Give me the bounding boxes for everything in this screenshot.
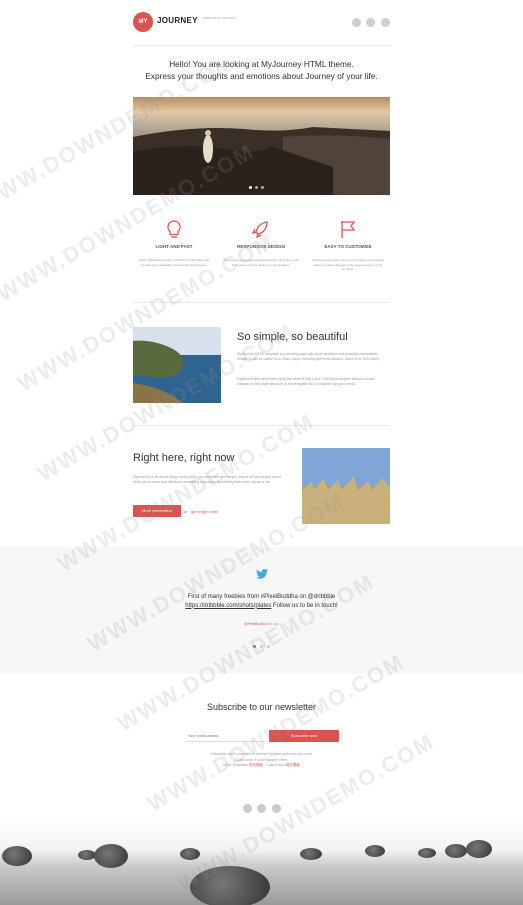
section-paragraph: MyJourney HTML template is a landing pag… <box>237 352 380 361</box>
note-line-3: More Templates 网页模板 - Collect from 网页模板 <box>133 763 390 769</box>
tweet-time: 6d ago <box>268 622 279 626</box>
slider-dot[interactable] <box>261 186 264 189</box>
bulb-icon <box>167 220 181 238</box>
coast-illustration <box>133 327 221 403</box>
hero-slider-image[interactable] <box>133 97 390 195</box>
hay-bale <box>300 848 322 860</box>
slider-dot[interactable] <box>253 645 256 648</box>
divider <box>133 425 390 426</box>
section-title: Right here, right now <box>133 452 235 464</box>
facebook-icon[interactable] <box>243 804 252 813</box>
twitter-icon[interactable] <box>257 804 266 813</box>
feature-text: Responsive designed and Retina Ready. My… <box>223 258 299 267</box>
twitter-bird-icon <box>256 569 268 579</box>
logo-circle[interactable]: MY <box>133 12 153 32</box>
note-prefix: More Templates <box>223 763 249 767</box>
hay-bale <box>190 866 270 905</box>
tweet-slider-dots[interactable] <box>253 645 270 648</box>
collect-link[interactable]: 网页模板 <box>286 763 300 767</box>
slider-dot[interactable] <box>267 645 270 648</box>
rocket-icon <box>251 221 268 239</box>
tweet-text: First of many freebies from #PixelBuddha… <box>133 593 390 610</box>
feature-light-fast: LIGHT AND FAST Clean & Beautiful Design,… <box>134 218 214 267</box>
section-paragraph: Optimised and valid code using the lates… <box>237 377 375 386</box>
tweet-line-2: https://dribbble.com/shots/plates Follow… <box>133 602 390 611</box>
divider <box>133 302 390 303</box>
twitter-section <box>0 547 523 674</box>
hay-field-photo <box>0 820 523 905</box>
feature-text: Optimised and valid code using the lates… <box>311 258 385 271</box>
hay-bale <box>180 848 200 860</box>
tweet-follow: Follow us to be in touch! <box>273 602 338 609</box>
hero-slider-dots[interactable] <box>249 186 264 189</box>
intro-line-2: Express your thoughts and emotions about… <box>145 71 378 81</box>
tweet-line-1: First of many freebies from #PixelBuddha… <box>187 594 336 600</box>
hay-bale <box>466 840 492 858</box>
tweet-link[interactable]: https://dribbble.com/shots/plates <box>185 603 271 609</box>
coast-photo <box>133 327 221 403</box>
more-information-button[interactable]: More information <box>133 505 181 517</box>
tagline: WEBSITE IN ANOTHER <box>203 16 236 20</box>
slider-dot[interactable] <box>249 186 252 189</box>
or-text: or <box>184 509 188 514</box>
feature-title: LIGHT AND FAST <box>155 244 193 249</box>
hay-bale <box>94 844 128 868</box>
intro-text: Hello! You are looking at MyJourney HTML… <box>133 58 390 82</box>
templates-link[interactable]: 网页模板 <box>249 763 263 767</box>
hay-bale <box>365 845 385 857</box>
hay-bale <box>445 844 467 858</box>
newsletter-note: Subscribe now if you want to receive upd… <box>133 752 390 769</box>
feature-customize: EASY TO CUSTOMIZE Optimised and valid co… <box>308 218 388 272</box>
slider-dot[interactable] <box>260 645 263 648</box>
section-paragraph: MyJourney is all about being useful when… <box>133 475 281 484</box>
section-title: So simple, so beautiful <box>237 331 348 343</box>
feature-text: Clean & Beautiful Design, HTML5 & CSS3 v… <box>138 258 210 267</box>
email-input[interactable] <box>185 730 265 742</box>
feature-title: EASY TO CUSTOMIZE <box>324 244 372 249</box>
logo-text[interactable]: JOURNEY <box>157 16 198 25</box>
twitter-icon[interactable] <box>366 18 375 27</box>
flag-icon <box>341 221 356 238</box>
tweet-handle[interactable]: @PixelBuddha <box>244 622 267 626</box>
intro-line-1: Hello! You are looking at MyJourney HTML… <box>169 59 354 69</box>
feature-responsive: RESPONSIVE DESIGN Responsive designed an… <box>221 218 301 267</box>
hero-landscape-illustration <box>133 97 390 195</box>
wheat-field-photo <box>302 448 390 524</box>
divider <box>133 45 390 46</box>
page: MY JOURNEY WEBSITE IN ANOTHER Hello! You… <box>0 0 523 905</box>
facebook-icon[interactable] <box>352 18 361 27</box>
get-it-link[interactable]: get it right now! <box>191 509 218 514</box>
slider-dot[interactable] <box>255 186 258 189</box>
dribbble-icon[interactable] <box>272 804 281 813</box>
feature-title: RESPONSIVE DESIGN <box>237 244 285 249</box>
newsletter-title: Subscribe to our newsletter <box>206 702 317 712</box>
hay-bale <box>2 846 32 866</box>
note-mid: - Collect from <box>264 763 285 767</box>
dribbble-icon[interactable] <box>381 18 390 27</box>
tweet-meta: @PixelBuddha 6d ago <box>133 622 390 626</box>
hay-bale <box>418 848 436 858</box>
subscribe-button[interactable]: Subscribe now <box>269 730 339 742</box>
wheat-field-illustration <box>302 448 390 524</box>
